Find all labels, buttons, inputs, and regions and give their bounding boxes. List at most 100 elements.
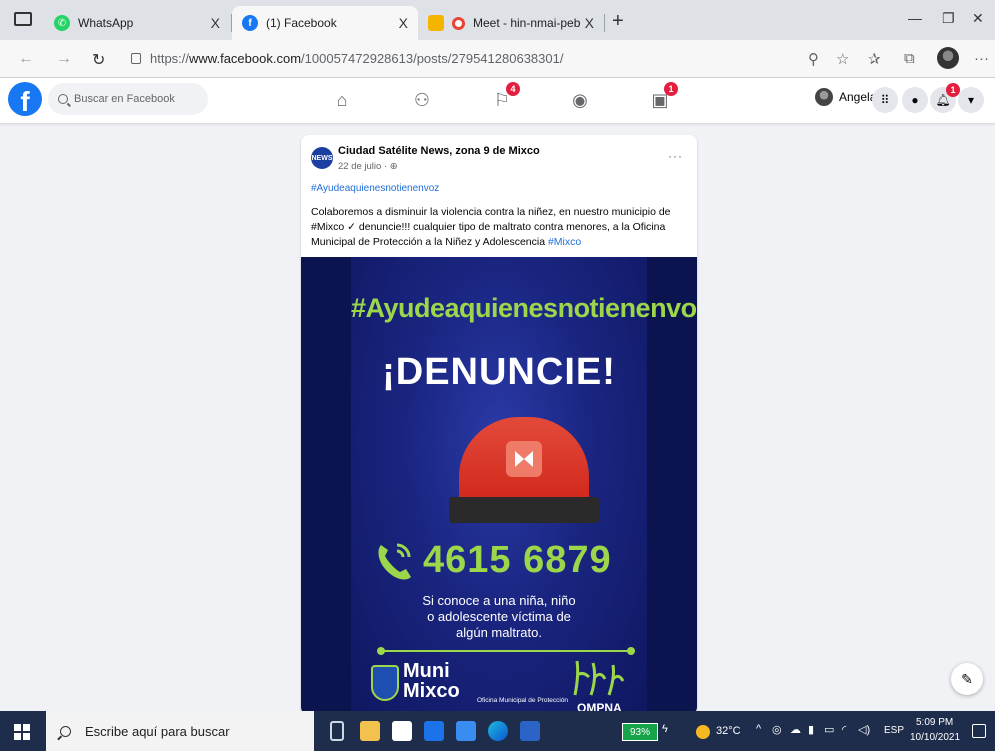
avatar <box>815 88 833 106</box>
poster-hashtag: #Ayudeaquienesnotienenvoz <box>351 293 697 323</box>
muni-logo-line: Mixco <box>403 680 460 702</box>
gaming-icon[interactable]: ▣ 1 <box>646 82 678 114</box>
message-line: o adolescente víctima de <box>427 609 571 624</box>
file-explorer-icon[interactable] <box>360 721 380 741</box>
window-close-icon[interactable]: ✕ <box>972 10 984 27</box>
phone-icon <box>378 543 411 580</box>
search-icon <box>60 725 71 737</box>
task-view-icon[interactable] <box>330 721 344 741</box>
new-tab-button[interactable]: + <box>612 10 624 33</box>
taskbar-search-placeholder: Escribe aquí para buscar <box>85 723 230 739</box>
muni-shield-icon <box>371 665 399 701</box>
mixco-hashtag-link[interactable]: #Mixco <box>548 236 581 248</box>
post-body-text: Colaboremos a disminuir la violencia con… <box>311 206 671 248</box>
post-card: NEWS Ciudad Satélite News, zona 9 de Mix… <box>301 135 697 715</box>
notifications-bell-icon[interactable]: 🔔︎ 1 <box>930 83 960 113</box>
battery-indicator[interactable]: 93% <box>622 723 658 741</box>
phone-number: 4615 6879 <box>423 539 612 581</box>
menu-grid-icon[interactable]: ⠿ <box>872 87 898 113</box>
facebook-icon: f <box>242 15 258 31</box>
lock-icon[interactable] <box>131 53 141 64</box>
wifi-icon[interactable]: ◜ <box>842 723 846 736</box>
mail-icon[interactable] <box>424 721 444 741</box>
tab-meet[interactable]: Meet - hin-nmai-peb X <box>418 6 604 40</box>
messenger-icon[interactable]: ● <box>902 87 928 113</box>
close-icon[interactable]: X <box>211 15 220 31</box>
word-icon[interactable] <box>520 721 540 741</box>
muni-mixco-logo: Muni Mixco <box>403 661 460 701</box>
clock-time[interactable]: 5:09 PM <box>916 717 953 728</box>
temperature[interactable]: 32°C <box>716 725 741 737</box>
facebook-logo-icon[interactable]: f <box>8 82 42 116</box>
display-icon[interactable]: ▭ <box>824 723 834 736</box>
back-icon[interactable]: ← <box>18 50 34 68</box>
post-options-button[interactable]: ··· <box>668 149 683 163</box>
taskbar-search-input[interactable]: Escribe aquí para buscar <box>46 711 314 751</box>
poster-title: ¡DENUNCIE! <box>382 351 616 393</box>
page-name-link[interactable]: Ciudad Satélite News, zona 9 de Mixco <box>338 145 540 157</box>
more-icon[interactable]: ··· <box>974 50 989 67</box>
chevron-up-icon[interactable]: ^ <box>756 723 761 735</box>
pages-flag-icon[interactable]: ⚐ 4 <box>488 82 520 114</box>
clock-date[interactable]: 10/10/2021 <box>910 732 960 743</box>
tab-title: (1) Facebook <box>266 16 337 30</box>
account-dropdown-icon[interactable]: ▾ <box>958 87 984 113</box>
hashtag-link[interactable]: #Ayudeaquienesnotienenvoz <box>311 183 439 194</box>
favorites-icon[interactable]: ✰ <box>868 50 881 68</box>
edge-browser-icon[interactable] <box>488 721 508 741</box>
tab-facebook[interactable]: f (1) Facebook X <box>232 6 418 40</box>
refresh-icon[interactable]: ↻ <box>92 50 105 70</box>
siren-light-icon <box>506 441 542 477</box>
tab-divider <box>604 14 605 32</box>
minimize-icon[interactable]: — <box>908 10 922 26</box>
poster-message: Si conoce a una niña, niño o adolescente… <box>351 593 647 641</box>
globe-icon: ⊕ <box>389 161 398 172</box>
facebook-search-input[interactable]: Buscar en Facebook <box>48 83 208 115</box>
message-line: algún maltrato. <box>456 625 542 640</box>
language-indicator[interactable]: ESP <box>884 725 904 736</box>
muni-logo-line: Muni <box>403 660 450 682</box>
close-icon[interactable]: X <box>399 15 408 31</box>
post-date[interactable]: 22 de julio · ⊕ <box>338 161 398 172</box>
user-name: Angela <box>839 90 877 104</box>
groups-icon[interactable]: ◉ <box>566 86 594 114</box>
recording-icon <box>452 16 465 30</box>
cloud-icon[interactable]: ☁ <box>790 723 801 736</box>
windows-start-icon[interactable] <box>14 724 30 740</box>
tab-whatsapp[interactable]: ✆ WhatsApp X <box>44 6 230 40</box>
usb-icon[interactable]: ▮ <box>808 723 814 736</box>
friends-icon[interactable]: ⚇ <box>408 86 436 114</box>
close-icon[interactable]: X <box>585 15 594 31</box>
restore-icon[interactable]: ❐ <box>942 10 955 27</box>
browser-tab-strip: ✆ WhatsApp X f (1) Facebook X Meet - hin… <box>0 0 995 40</box>
url-prefix: https:// <box>150 51 190 66</box>
tab-actions-icon[interactable] <box>14 12 32 26</box>
notification-badge: 4 <box>506 82 520 96</box>
post-date-text: 22 de julio · <box>338 161 390 172</box>
notification-center-icon[interactable] <box>972 724 986 738</box>
new-message-button[interactable]: ✎ <box>951 663 983 695</box>
app-l-icon[interactable] <box>456 721 476 741</box>
meet-tray-icon[interactable]: ◎ <box>772 723 782 736</box>
forward-icon[interactable]: → <box>56 50 72 68</box>
add-favorite-icon[interactable]: ☆ <box>836 50 849 68</box>
profile-link[interactable]: Angela <box>815 88 876 106</box>
charging-icon: ϟ <box>662 723 668 735</box>
post-image[interactable]: #Ayudeaquienesnotienenvoz ¡DENUNCIE! 461… <box>301 257 697 715</box>
weather-sun-icon[interactable] <box>696 725 710 739</box>
windows-taskbar: Escribe aquí para buscar 93% ϟ 32°C ^ ◎ … <box>0 711 995 751</box>
url-path: /100057472928613/posts/279541280638301/ <box>301 51 564 66</box>
omnna-figures-icon <box>573 660 625 696</box>
zoom-icon[interactable]: ⚲ <box>808 50 819 68</box>
collections-icon[interactable]: ⧉ <box>904 50 915 67</box>
store-icon[interactable] <box>392 721 412 741</box>
page-avatar[interactable]: NEWS <box>311 147 333 169</box>
browser-profile-avatar[interactable] <box>937 47 959 69</box>
whatsapp-icon: ✆ <box>54 15 70 31</box>
notification-badge: 1 <box>664 82 678 96</box>
volume-icon[interactable]: ◁) <box>858 723 870 736</box>
url-field[interactable]: https://www.facebook.com/100057472928613… <box>150 51 563 66</box>
divider-line <box>377 647 635 655</box>
home-icon[interactable]: ⌂ <box>328 86 356 114</box>
edit-icon: ✎ <box>961 670 973 687</box>
